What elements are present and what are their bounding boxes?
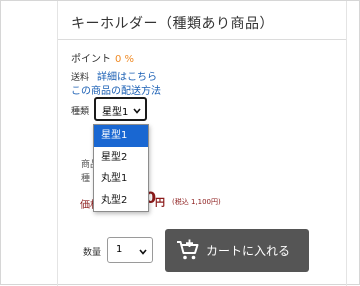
variant-option[interactable]: 丸型1 [94, 168, 148, 190]
variant-selected-value: 星型1 [102, 107, 129, 118]
variant-label: 種類 [71, 107, 90, 117]
variant-dropdown-list: 星型1 星型2 丸型1 丸型2 [93, 124, 149, 212]
cart-plus-icon [176, 239, 200, 261]
title-divider [58, 39, 346, 40]
shipping-method-link[interactable]: この商品の配送方法 [71, 82, 161, 97]
points-label: ポイント [71, 54, 111, 65]
left-divider [57, 1, 58, 286]
add-to-cart-label: カートに入れる [206, 244, 291, 258]
price-tax-note: (税込 1,100円) [172, 198, 221, 206]
quantity-select[interactable]: 1 [107, 237, 153, 263]
variant-option[interactable]: 星型2 [94, 147, 148, 169]
quantity-label: 数量 [83, 248, 102, 258]
shipping-row: 送料 詳細はこちら [71, 68, 157, 83]
points-value: 0 % [115, 54, 135, 65]
chevron-down-icon [133, 106, 141, 117]
product-panel: キーホルダー（種類あり商品） ポイント 0 % 送料 詳細はこちら この商品の配送方… [0, 0, 360, 286]
obscured-label-fragment-2: 種 [81, 174, 91, 184]
chevron-down-icon [139, 247, 147, 258]
quantity-selected-value: 1 [116, 244, 123, 255]
right-divider [346, 1, 347, 286]
price-currency: 円 [155, 198, 165, 209]
variant-select[interactable]: 星型1 [94, 97, 147, 121]
variant-option[interactable]: 丸型2 [94, 190, 148, 212]
points-row: ポイント 0 % [71, 50, 134, 65]
variant-option[interactable]: 星型1 [94, 125, 148, 147]
product-title: キーホルダー（種類あり商品） [71, 16, 274, 32]
add-to-cart-button[interactable]: カートに入れる [165, 229, 309, 272]
